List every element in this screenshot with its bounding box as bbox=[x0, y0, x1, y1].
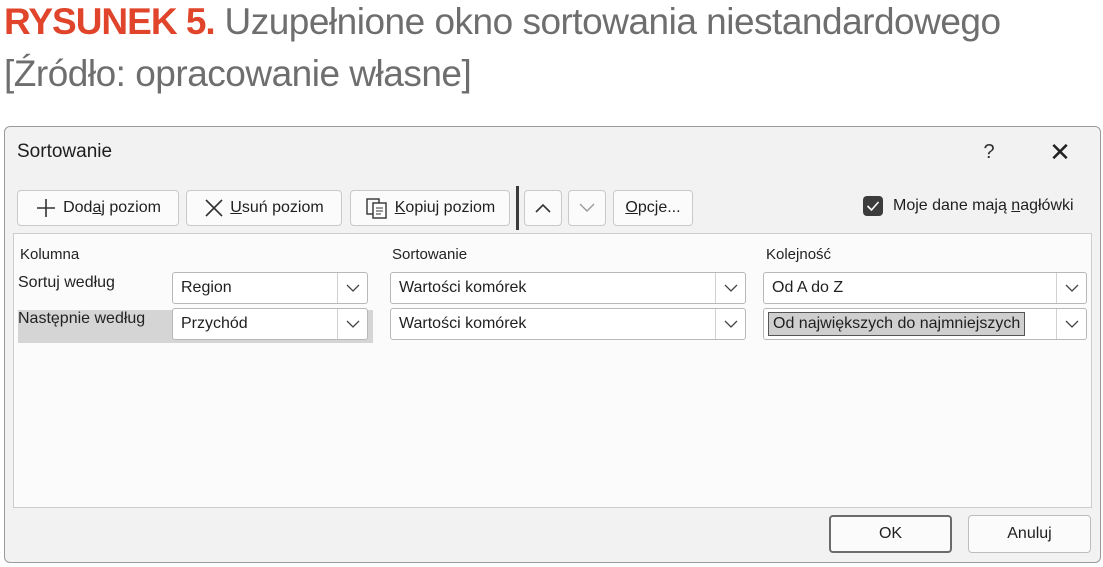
x-icon bbox=[204, 198, 224, 218]
column-select[interactable]: Region bbox=[172, 272, 368, 304]
cancel-button[interactable]: Anuluj bbox=[968, 515, 1091, 553]
column-select[interactable]: Przychód bbox=[172, 308, 368, 340]
level-row-label[interactable]: Następnie według bbox=[18, 310, 145, 328]
plus-icon bbox=[35, 197, 57, 219]
sort-on-select-value: Wartości komórek bbox=[399, 315, 527, 332]
dialog-title: Sortowanie bbox=[17, 141, 113, 162]
order-select-value: Od największych do najmniejszych bbox=[768, 312, 1026, 336]
copy-icon bbox=[365, 196, 389, 220]
caption-source: [Źródło: opracowanie własne] bbox=[4, 53, 472, 94]
column-select-value: Region bbox=[181, 279, 232, 296]
add-level-button[interactable]: Dodaj poziom bbox=[17, 190, 179, 226]
chevron-down-icon[interactable] bbox=[715, 309, 745, 339]
chevron-down-icon[interactable] bbox=[1056, 273, 1086, 303]
order-select[interactable]: Od A do Z bbox=[763, 272, 1087, 304]
add-level-label: Dodaj poziom bbox=[63, 199, 161, 216]
headers-checkbox[interactable] bbox=[863, 196, 883, 216]
chevron-down-icon[interactable] bbox=[715, 273, 745, 303]
options-label: Opcje... bbox=[625, 199, 681, 216]
sort-on-select-value: Wartości komórek bbox=[399, 279, 527, 296]
options-button[interactable]: Opcje... bbox=[613, 190, 693, 226]
column-header-order: Kolejność bbox=[766, 246, 832, 263]
headers-checkbox-label: Moje dane mają nagłówki bbox=[893, 197, 1074, 214]
copy-level-label: Kopiuj poziom bbox=[394, 199, 496, 216]
chevron-down-icon bbox=[578, 202, 596, 214]
help-button[interactable]: ? bbox=[977, 139, 1001, 165]
column-header-sort-on: Sortowanie bbox=[392, 246, 468, 263]
chevron-down-icon[interactable] bbox=[337, 273, 367, 303]
figure-caption: RYSUNEK 5. Uzupełnione okno sortowania n… bbox=[4, 0, 1001, 100]
sort-on-select[interactable]: Wartości komórek bbox=[390, 308, 746, 340]
close-button[interactable]: ✕ bbox=[1045, 137, 1075, 167]
caption-title: Uzupełnione okno sortowania niestandardo… bbox=[224, 1, 1001, 42]
headers-checkbox-row[interactable]: Moje dane mają nagłówki bbox=[863, 196, 1074, 216]
chevron-up-icon bbox=[534, 202, 552, 214]
toolbar-separator bbox=[516, 186, 519, 230]
caption-label: RYSUNEK 5. bbox=[4, 1, 216, 42]
order-select[interactable]: Od największych do najmniejszych bbox=[763, 308, 1087, 340]
sort-levels-grid: Kolumna Sortowanie Kolejność Sortuj wedł… bbox=[13, 233, 1092, 508]
check-icon bbox=[866, 201, 880, 212]
column-header-column: Kolumna bbox=[20, 246, 80, 263]
sort-dialog: Sortowanie ? ✕ Dodaj poziom Usuń poziom … bbox=[4, 126, 1101, 563]
order-select-value: Od A do Z bbox=[772, 279, 844, 296]
caption-title-line: RYSUNEK 5. Uzupełnione okno sortowania n… bbox=[4, 0, 1001, 48]
delete-level-button[interactable]: Usuń poziom bbox=[186, 190, 342, 226]
level-row-label[interactable]: Sortuj według bbox=[18, 274, 115, 292]
copy-level-button[interactable]: Kopiuj poziom bbox=[350, 190, 510, 226]
chevron-down-icon[interactable] bbox=[1056, 309, 1086, 339]
move-down-button[interactable] bbox=[568, 190, 606, 226]
delete-level-label: Usuń poziom bbox=[230, 199, 324, 216]
ok-button[interactable]: OK bbox=[829, 515, 952, 553]
column-select-value: Przychód bbox=[181, 315, 248, 332]
sort-on-select[interactable]: Wartości komórek bbox=[390, 272, 746, 304]
chevron-down-icon[interactable] bbox=[337, 309, 367, 339]
move-up-button[interactable] bbox=[524, 190, 562, 226]
